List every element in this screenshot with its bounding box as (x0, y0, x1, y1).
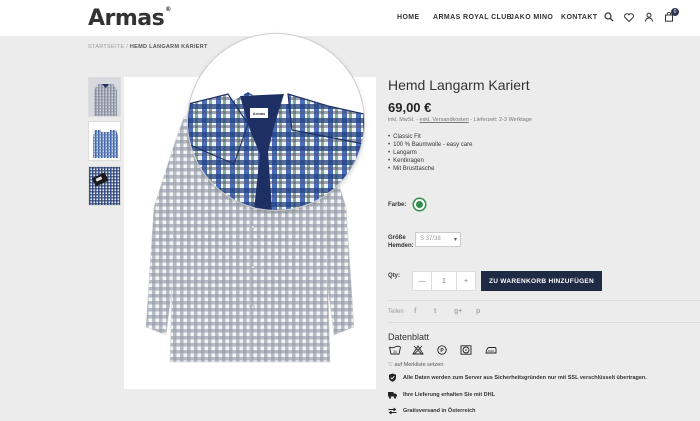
heart-outline-icon: ♡ (388, 362, 393, 368)
shipping-costs-link[interactable]: exkl. Versandkosten (419, 117, 468, 123)
free-shipping-info: Gratisversand in Österreich (388, 406, 475, 415)
google-plus-icon[interactable]: g+ (454, 308, 462, 315)
product-thumbnail-2[interactable] (88, 121, 121, 161)
divider (388, 300, 700, 301)
twitter-icon[interactable]: t (434, 308, 436, 315)
cart-icon[interactable]: 0 (663, 8, 679, 23)
dry-clean-p-icon: P (435, 344, 448, 356)
cart-count-badge: 0 (671, 8, 679, 16)
wash-30-icon: 30 (388, 344, 401, 356)
tax-shipping-info: inkl. MwSt. - exkl. Versandkosten - Lief… (388, 117, 532, 123)
caret-down-icon: ▾ (453, 237, 457, 243)
breadcrumb: STARTSEITE / HEMD LANGARM KARIERT (88, 44, 208, 50)
size-label: Größe Hemden: (388, 235, 414, 249)
no-bleach-icon (411, 344, 424, 356)
nav-jako-mino[interactable]: JAKO MINO (510, 14, 553, 21)
datasheet-title: Datenblatt (388, 332, 430, 342)
divider (388, 322, 700, 323)
facebook-icon[interactable]: f (414, 308, 416, 315)
site-header: Armas® HOME ARMAS ROYAL CLUB JAKO MINO K… (0, 0, 700, 36)
feature-item: Classic Fit (388, 133, 472, 141)
exchange-arrows-icon (388, 406, 397, 415)
feature-item: Kentkragen (388, 157, 472, 165)
nav-kontakt[interactable]: KONTAKT (561, 14, 598, 21)
feature-item: 100 % Baumwolle - easy care (388, 141, 472, 149)
svg-text:30: 30 (393, 350, 397, 354)
feature-item: Mit Brusttasche (388, 165, 472, 173)
product-price: 69,00 € (388, 100, 432, 115)
add-to-cart-button[interactable]: ZU WARENKORB HINZUFÜGEN (481, 271, 602, 291)
feature-list: Classic Fit 100 % Baumwolle - easy care … (388, 133, 472, 173)
user-icon[interactable] (643, 11, 655, 23)
truck-icon (388, 390, 397, 399)
search-icon[interactable] (603, 11, 615, 23)
ssl-info: Alle Daten werden zum Server aus Sicherh… (388, 373, 647, 382)
zoom-magnifier: Armas (188, 34, 364, 210)
shield-check-icon (388, 373, 397, 382)
product-thumbnail-3[interactable] (88, 166, 121, 206)
pinterest-icon[interactable]: p (476, 308, 480, 315)
svg-text:Armas: Armas (253, 111, 266, 116)
heart-icon[interactable] (623, 11, 635, 23)
tumble-dry-icon (459, 344, 472, 356)
color-label: Farbe: (388, 202, 407, 208)
share-label: Teilen (388, 309, 404, 315)
wishlist-link[interactable]: ♡ auf Merkliste setzen (388, 362, 443, 368)
qty-increase-button[interactable]: + (457, 272, 475, 290)
qty-label: Qty: (388, 273, 400, 279)
qty-decrease-button[interactable]: — (413, 272, 431, 290)
svg-text:P: P (440, 348, 444, 354)
quantity-stepper: — 1 + (412, 271, 476, 291)
delivery-info: Ihre Lieferung erhalten Sie mit DHL (388, 390, 495, 399)
breadcrumb-current: HEMD LANGARM KARIERT (129, 44, 208, 50)
feature-item: Langarm (388, 149, 472, 157)
nav-home[interactable]: HOME (397, 14, 420, 21)
qty-input[interactable]: 1 (431, 272, 457, 290)
breadcrumb-home[interactable]: STARTSEITE (88, 44, 124, 50)
product-thumbnail-1[interactable] (88, 77, 121, 117)
nav-armas-royal-club[interactable]: ARMAS ROYAL CLUB (433, 14, 512, 21)
iron-icon (484, 344, 497, 356)
size-select[interactable]: S 37/38 ▾ (415, 232, 461, 247)
color-swatch-green[interactable] (414, 199, 425, 210)
product-title: Hemd Langarm Kariert (388, 77, 530, 93)
site-logo[interactable]: Armas® (88, 6, 171, 31)
